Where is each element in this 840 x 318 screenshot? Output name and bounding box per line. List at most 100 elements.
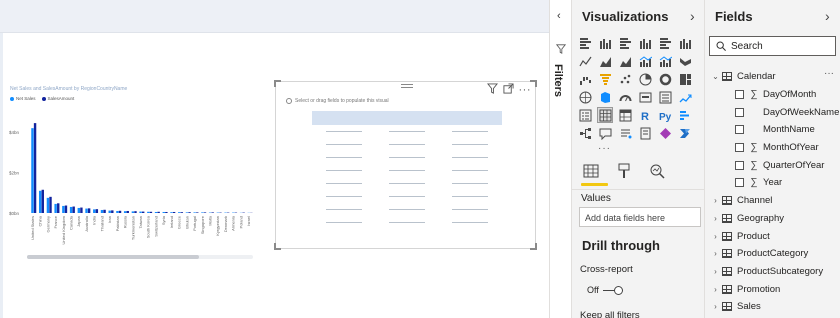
analytics-tab-icon[interactable] [648, 162, 666, 180]
chevron-right-icon[interactable]: › [711, 249, 720, 258]
line-chart-icon[interactable] [578, 54, 592, 68]
bar-net-sales[interactable] [54, 203, 57, 213]
stacked-area-chart-icon[interactable] [618, 54, 632, 68]
python-visual-icon[interactable]: Py [658, 108, 672, 122]
bar-salesamount[interactable] [126, 210, 129, 213]
smart-narrative-icon[interactable] [618, 126, 632, 140]
treemap-icon[interactable] [678, 72, 692, 86]
more-options-icon[interactable]: ··· [519, 84, 532, 96]
field-checkbox[interactable] [735, 160, 744, 170]
bar-salesamount[interactable] [188, 212, 191, 213]
values-drop-zone[interactable]: Add data fields here [579, 207, 701, 227]
table-icon[interactable] [597, 107, 613, 123]
search-input[interactable]: Search [709, 36, 836, 56]
table-visual[interactable]: ··· Select or drag fields to populate th… [274, 80, 537, 250]
bar-salesamount[interactable] [95, 209, 99, 213]
bar-salesamount[interactable] [180, 212, 184, 213]
field-checkbox[interactable] [735, 143, 744, 153]
bar-salesamount[interactable] [87, 208, 91, 213]
bar-net-sales[interactable] [108, 210, 111, 213]
bar-salesamount[interactable] [111, 210, 114, 213]
field-checkbox[interactable] [735, 125, 744, 135]
funnel-chart-icon[interactable] [598, 72, 612, 86]
drag-handle-icon[interactable] [401, 84, 413, 88]
bar-net-sales[interactable] [193, 212, 196, 213]
bar-net-sales[interactable] [185, 212, 189, 213]
field-column-monthname[interactable]: MonthName [705, 121, 840, 139]
line-clustered-column-chart-icon[interactable] [638, 54, 652, 68]
field-table-geography[interactable]: › Geography [705, 210, 840, 228]
clustered-column-chart[interactable]: $4bn $2bn $0bn United States China Germany Fra… [8, 106, 258, 260]
bar-salesamount[interactable] [134, 211, 137, 213]
chevron-right-icon[interactable]: › [690, 8, 695, 24]
chevron-right-icon[interactable]: › [711, 214, 720, 223]
bar-net-sales[interactable] [178, 212, 181, 213]
bar-net-sales[interactable] [123, 211, 127, 213]
bar-net-sales[interactable] [100, 209, 104, 213]
fields-tab-icon[interactable] [582, 162, 600, 180]
bar-net-sales[interactable] [62, 205, 65, 213]
bar-net-sales[interactable] [77, 207, 81, 213]
bar-net-sales[interactable] [162, 211, 165, 213]
bar-salesamount[interactable] [165, 211, 168, 213]
clustered-bar-chart-icon[interactable] [618, 36, 632, 50]
bar-salesamount[interactable] [64, 205, 68, 213]
resize-handle[interactable] [530, 80, 537, 87]
bar-net-sales[interactable] [139, 211, 142, 213]
bar-salesamount[interactable] [49, 196, 52, 213]
chevron-right-icon[interactable]: › [711, 232, 720, 241]
field-column-monthofyear[interactable]: ∑ MonthOfYear [705, 139, 840, 157]
bar-salesamount[interactable] [80, 207, 83, 213]
chevron-down-icon[interactable]: ⌄ [711, 72, 720, 81]
bar-salesamount[interactable] [172, 211, 176, 213]
more-options-icon[interactable]: ··· [824, 68, 834, 79]
100-stacked-column-chart-icon[interactable] [678, 36, 692, 50]
waterfall-chart-icon[interactable] [578, 72, 592, 86]
field-table-calendar[interactable]: ⌄ Calendar ··· [705, 68, 840, 86]
bar-net-sales[interactable] [46, 197, 50, 213]
100-stacked-bar-chart-icon[interactable] [658, 36, 672, 50]
chevron-left-icon[interactable]: ‹ [557, 10, 561, 22]
power-apps-icon[interactable] [658, 126, 672, 140]
field-table-productsubcategory[interactable]: › ProductSubcategory [705, 263, 840, 281]
bar-salesamount[interactable] [157, 211, 160, 213]
bar-net-sales[interactable] [131, 211, 135, 213]
bar-net-sales[interactable] [69, 206, 73, 213]
bar-salesamount[interactable] [33, 123, 37, 213]
bar-net-sales[interactable] [85, 208, 88, 213]
clustered-column-chart-icon[interactable] [638, 36, 652, 50]
toggle-switch[interactable] [602, 286, 623, 295]
bar-net-sales[interactable] [147, 211, 150, 213]
bar-salesamount[interactable] [211, 212, 214, 213]
bar-salesamount[interactable] [72, 206, 75, 213]
chevron-right-icon[interactable]: › [825, 8, 830, 24]
bar-salesamount[interactable] [142, 211, 145, 213]
filters-pane-collapsed[interactable]: ‹ Filters [549, 0, 572, 318]
line-stacked-column-chart-icon[interactable] [658, 54, 672, 68]
bar-salesamount[interactable] [196, 212, 199, 213]
cross-report-toggle[interactable]: Off [587, 285, 623, 295]
key-influencers-icon[interactable] [678, 108, 692, 122]
bar-salesamount[interactable] [203, 212, 207, 213]
filter-icon[interactable] [486, 83, 498, 97]
ribbon-chart-icon[interactable] [678, 54, 692, 68]
chevron-right-icon[interactable]: › [711, 302, 720, 311]
field-table-product[interactable]: › Product [705, 227, 840, 245]
bar-salesamount[interactable] [149, 211, 153, 213]
bar-net-sales[interactable] [201, 212, 204, 213]
filled-map-icon[interactable] [598, 90, 612, 104]
pie-chart-icon[interactable] [638, 72, 652, 86]
bar-net-sales[interactable] [170, 212, 173, 213]
bar-net-sales[interactable] [116, 210, 119, 213]
map-icon[interactable] [578, 90, 592, 104]
stacked-column-chart-icon[interactable] [598, 36, 612, 50]
chevron-right-icon[interactable]: › [711, 196, 720, 205]
bar-net-sales[interactable] [93, 209, 96, 213]
bar-salesamount[interactable] [118, 210, 122, 213]
field-table-channel[interactable]: › Channel [705, 192, 840, 210]
bar-net-sales[interactable] [38, 190, 42, 213]
field-table-productcategory[interactable]: › ProductCategory [705, 245, 840, 263]
stacked-bar-chart-icon[interactable] [578, 36, 592, 50]
field-column-dayofweekname[interactable]: DayOfWeekName [705, 103, 840, 121]
bar-salesamount[interactable] [103, 209, 106, 213]
